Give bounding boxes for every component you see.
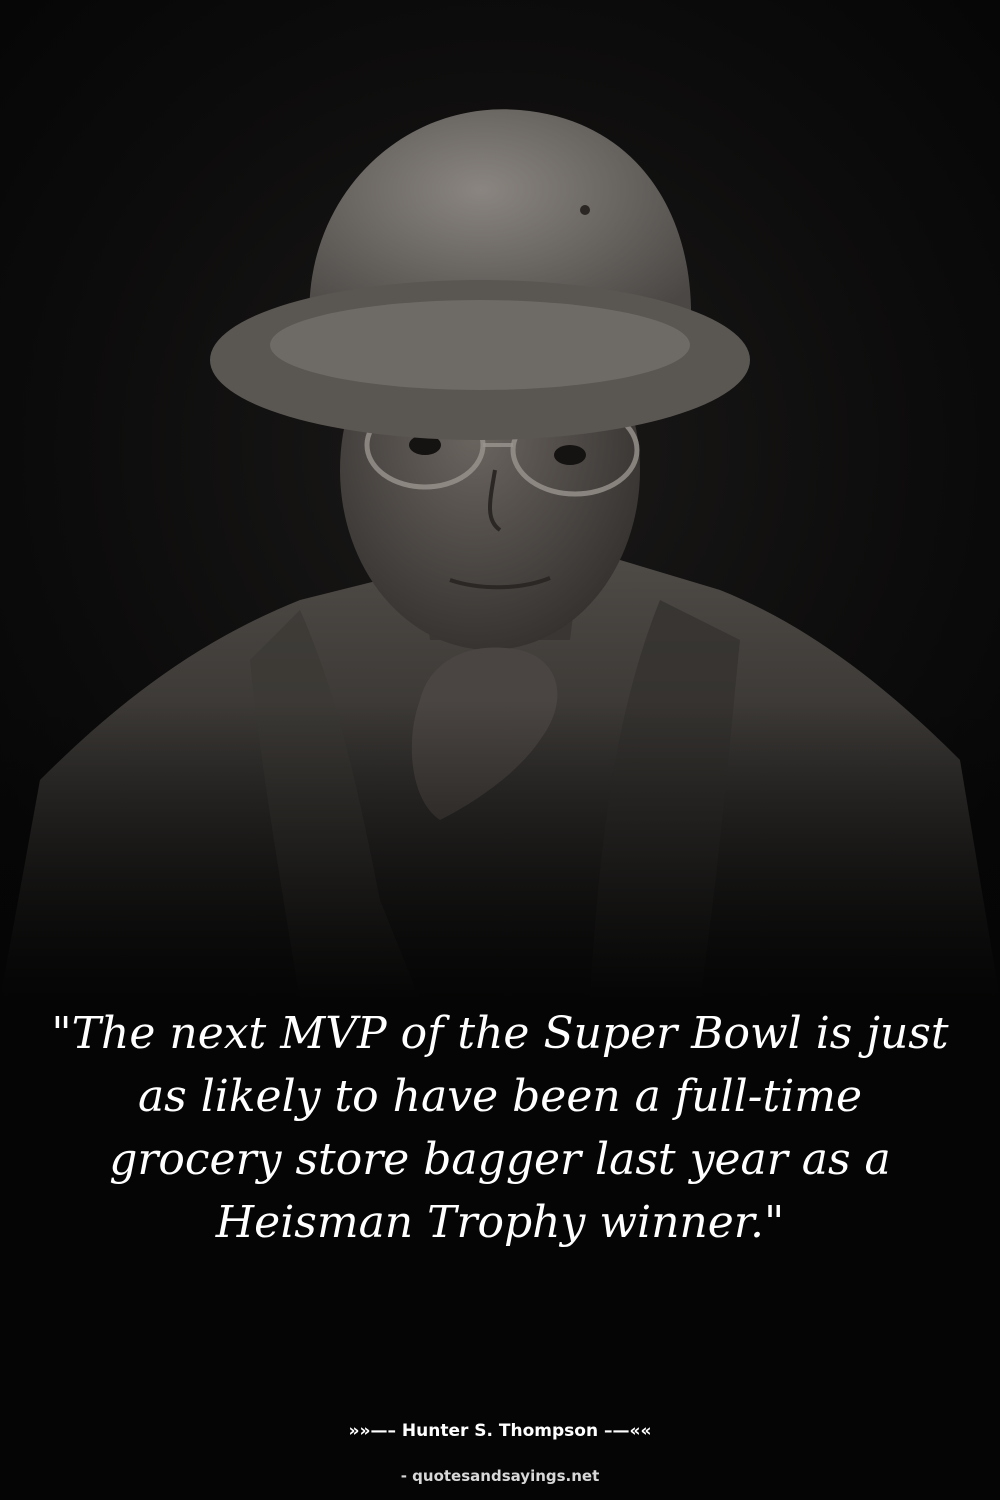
quote-text: "The next MVP of the Super Bowl is just … — [51, 1008, 949, 1248]
quote-attribution: »»—– Hunter S. Thompson –—«« — [348, 1421, 652, 1441]
source-watermark: - quotesandsayings.net — [400, 1467, 600, 1485]
portrait-photo — [0, 0, 1000, 1000]
quote-card: "The next MVP of the Super Bowl is just … — [0, 0, 1000, 1500]
